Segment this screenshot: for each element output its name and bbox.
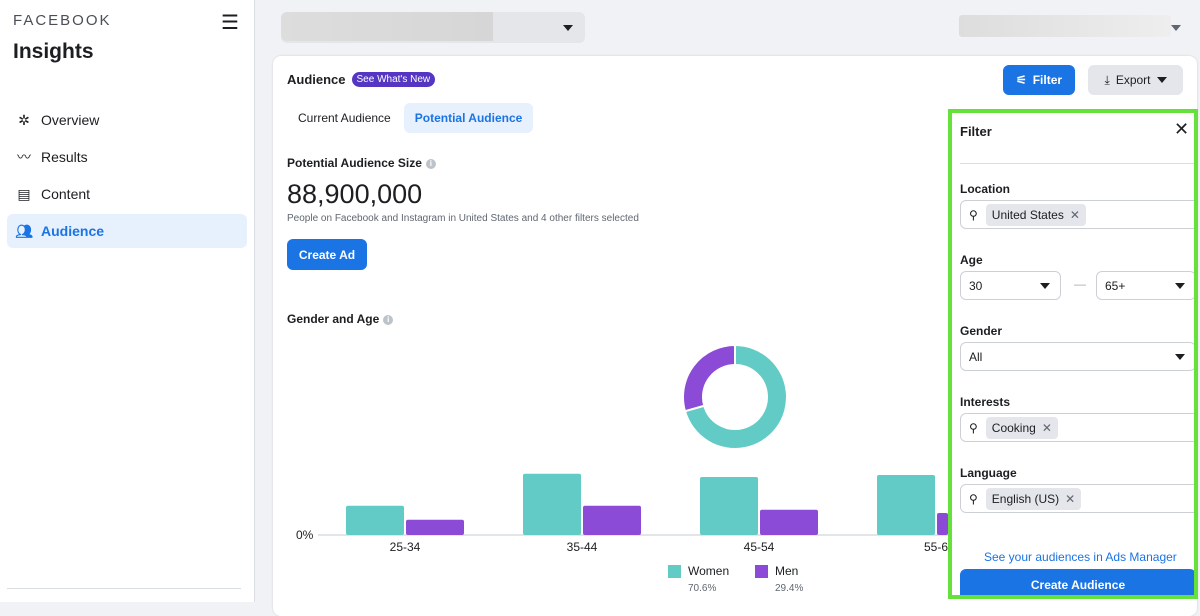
legend-swatch-women [668,565,681,578]
x-tick-label: 55-6 [924,540,948,554]
close-icon[interactable]: ✕ [1174,119,1189,140]
bar-men-35-44 [583,505,641,535]
interests-input[interactable]: ⚲ Cooking ✕ [960,413,1194,442]
x-tick-label: 25-34 [390,540,421,554]
donut-slice-men [682,343,736,413]
search-icon: ⚲ [969,420,978,435]
gender-select[interactable]: All [960,342,1194,371]
create-audience-button[interactable]: Create Audience [960,569,1194,595]
age-max-select[interactable]: 65+ [1096,271,1194,300]
filter-title: Filter [960,124,992,139]
chevron-down-icon [1175,354,1185,360]
gender-label: Gender [960,324,1003,338]
x-tick-label: 45-54 [744,540,775,554]
chevron-down-icon [1175,283,1185,289]
filter-panel: Filter ✕ Location ⚲ United States ✕ Age 30… [948,109,1198,599]
search-icon: ⚲ [969,491,978,506]
bar-women-35-44 [523,473,581,535]
legend-percent-women: 70.6% [688,583,716,594]
location-input[interactable]: ⚲ United States ✕ [960,200,1194,229]
divider [960,163,1194,164]
bar-men-25-34 [406,519,464,535]
interests-label: Interests [960,395,1011,409]
ads-manager-link[interactable]: See your audiences in Ads Manager [984,550,1177,564]
location-label: Location [960,182,1010,196]
y-tick-label: 0% [296,528,314,542]
bar-women-45-54 [700,477,758,535]
search-icon: ⚲ [969,207,978,222]
legend-percent-men: 29.4% [775,583,803,594]
legend-label-men: Men [775,564,798,578]
bar-women-25-34 [346,505,404,535]
location-chip: United States ✕ [985,203,1086,226]
age-separator: — [1074,277,1086,291]
remove-chip-icon[interactable]: ✕ [1065,492,1075,506]
remove-chip-icon[interactable]: ✕ [1042,421,1052,435]
bar-women-55-64 [877,475,935,535]
remove-chip-icon[interactable]: ✕ [1070,208,1080,222]
language-chip: English (US) ✕ [985,487,1082,510]
interest-chip: Cooking ✕ [985,416,1058,439]
chevron-down-icon [1040,283,1050,289]
age-min-select[interactable]: 30 [960,271,1061,300]
language-input[interactable]: ⚲ English (US) ✕ [960,484,1194,513]
language-label: Language [960,466,1017,480]
age-label: Age [960,253,983,267]
bar-men-55-64 [937,513,948,535]
x-tick-label: 35-44 [567,540,598,554]
legend-swatch-men [755,565,768,578]
bar-men-45-54 [760,509,818,535]
legend-label-women: Women [688,564,729,578]
